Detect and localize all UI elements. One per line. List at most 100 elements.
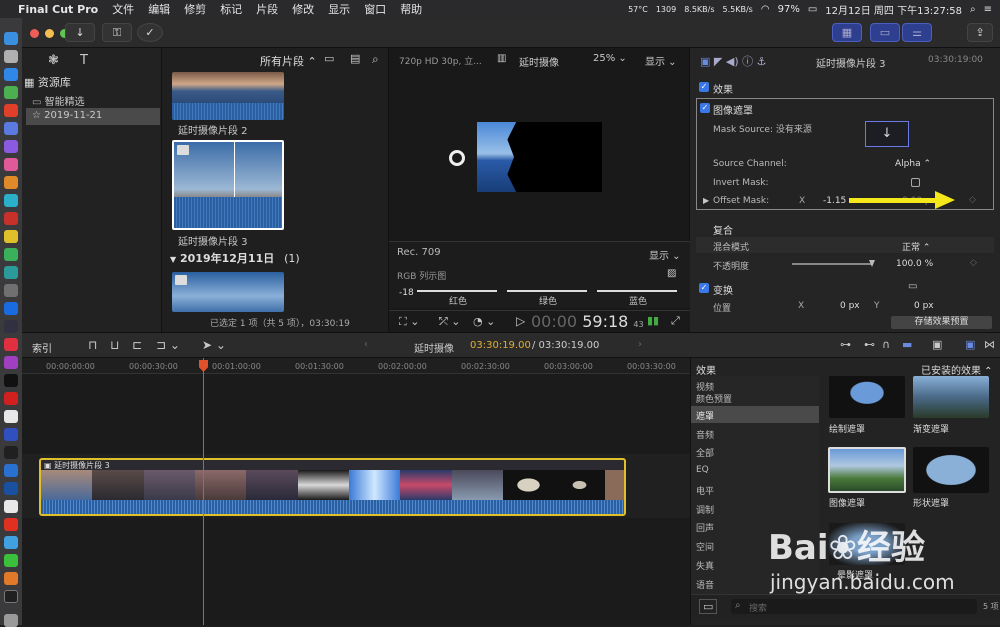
position-x-field[interactable]: 0 px xyxy=(840,301,860,311)
source-channel-dropdown[interactable]: Alpha ⌃ xyxy=(895,159,931,169)
snapping-icon[interactable]: ⊷ xyxy=(864,338,875,351)
app-icon-purple[interactable] xyxy=(4,140,18,153)
speed-menu[interactable]: ◔ ⌄ xyxy=(473,315,495,328)
menu-trim[interactable]: 修剪 xyxy=(184,1,206,17)
clip-thumbnail-3[interactable] xyxy=(172,140,284,230)
app-icon-dark[interactable] xyxy=(4,320,18,333)
back-history-icon[interactable]: ‹ xyxy=(364,339,368,350)
category-distortion[interactable]: 失真 xyxy=(696,559,714,572)
app-icon-cyan[interactable] xyxy=(4,194,18,207)
app-menu[interactable]: Final Cut Pro xyxy=(18,3,98,16)
photos-icon[interactable]: ❃ xyxy=(48,53,59,68)
search-icon[interactable]: ⌕ xyxy=(970,4,976,15)
overwrite-clip-menu[interactable]: ⊐ ⌄ xyxy=(156,338,180,352)
date-group-header[interactable]: ▼ 2019年12月11日 (1) xyxy=(170,250,300,266)
effects-browser-icon[interactable]: ▣ xyxy=(965,338,975,351)
transform-checkbox[interactable]: ✓ xyxy=(699,283,709,293)
effect-shape-mask-thumb[interactable] xyxy=(913,447,989,493)
battery-percent[interactable]: 97% xyxy=(778,4,800,15)
opacity-keyframe-icon[interactable]: ◇ xyxy=(970,258,977,268)
transitions-browser-icon[interactable]: ⋈ xyxy=(984,338,995,351)
menu-edit[interactable]: 编辑 xyxy=(148,1,170,17)
control-center-icon[interactable]: ≡ xyxy=(984,4,992,15)
clip-thumbnail-2[interactable] xyxy=(172,72,284,120)
menu-help[interactable]: 帮助 xyxy=(400,1,422,17)
index-button[interactable]: 索引 xyxy=(32,340,52,355)
smart-collections-item[interactable]: ▭ 智能精选 xyxy=(32,93,85,108)
browser-toggle-button[interactable]: ▦ xyxy=(832,23,862,42)
app-icon-blue2[interactable] xyxy=(4,302,18,315)
app-icon-green[interactable] xyxy=(4,86,18,99)
play-button[interactable]: ▷ xyxy=(516,314,525,328)
mask-source-well[interactable]: ↓ xyxy=(865,121,909,147)
position-y-field[interactable]: 0 px xyxy=(914,301,934,311)
insert-clip-icon[interactable]: ⊔ xyxy=(110,338,119,352)
timecode-display[interactable]: 00:00 59:18 43 xyxy=(531,312,644,331)
timeline-toggle-button[interactable]: ▭ xyxy=(870,23,900,42)
app-icon-gray[interactable] xyxy=(4,284,18,297)
offset-disclosure-icon[interactable]: ▶ xyxy=(703,196,709,205)
category-masks[interactable]: 遮罩 xyxy=(696,409,714,422)
effect-image-mask-thumb[interactable] xyxy=(828,447,906,493)
color-inspector-icon[interactable]: ◤ xyxy=(714,55,722,68)
menu-modify[interactable]: 修改 xyxy=(292,1,314,17)
app-icon-pink[interactable] xyxy=(4,158,18,171)
skimmer-icon[interactable]: ⊶ xyxy=(840,338,851,351)
app-icon-white[interactable] xyxy=(4,410,18,423)
trash-icon[interactable] xyxy=(4,614,18,627)
transform-menu[interactable]: ⛶ ⌄ xyxy=(399,315,419,329)
event-item-selected[interactable]: ☆ 2019-11-21 xyxy=(26,108,160,125)
offset-x-field[interactable]: -1.15 xyxy=(823,196,846,206)
app-icon-black[interactable] xyxy=(4,374,18,387)
save-preset-button[interactable]: 存储效果预置 xyxy=(891,316,992,329)
display-dropdown[interactable]: 显示 ⌄ xyxy=(645,53,677,68)
inspector-toggle-button[interactable]: ⚌ xyxy=(902,23,932,42)
effect-gradient-mask-thumb[interactable] xyxy=(913,376,989,418)
launchpad-icon[interactable] xyxy=(4,50,18,63)
app-icon-red3[interactable] xyxy=(4,392,18,405)
wifi-icon[interactable]: ◠ xyxy=(761,4,770,15)
weibo-icon[interactable] xyxy=(4,518,18,531)
offset-keyframe-icon[interactable]: ◇ xyxy=(969,195,976,205)
installed-effects-dropdown[interactable]: 已安装的效果 ⌃ xyxy=(921,362,993,377)
browser-search-icon[interactable]: ⌕ xyxy=(372,52,379,67)
background-tasks-button[interactable]: ✓ xyxy=(137,23,163,42)
info-inspector-icon[interactable]: ⓘ xyxy=(742,55,753,68)
scope-display-dropdown[interactable]: 显示 ⌄ xyxy=(649,247,681,262)
menu-window[interactable]: 窗口 xyxy=(364,1,386,17)
appearance-button[interactable]: ▭ xyxy=(324,52,334,65)
fullscreen-icon[interactable]: ⤢ xyxy=(671,314,680,328)
category-audio[interactable]: 音频 xyxy=(696,428,714,441)
filmstrip-button[interactable]: ▤ xyxy=(350,52,360,65)
category-spaces[interactable]: 空间 xyxy=(696,540,714,553)
video-inspector-icon[interactable]: ▣ xyxy=(700,55,710,68)
opacity-value[interactable]: 100.0 % xyxy=(896,259,933,269)
category-eq[interactable]: EQ xyxy=(696,465,709,475)
keywords-button[interactable]: ⚿ xyxy=(102,23,132,42)
effect-draw-mask-thumb[interactable] xyxy=(829,376,905,418)
sidebar-toggle-icon[interactable]: ▭ xyxy=(699,599,718,614)
timeline-clip[interactable]: ▣ 延时摄像片段 3 xyxy=(39,458,626,516)
category-color-presets[interactable]: 颜色预置 xyxy=(696,392,732,405)
opacity-slider[interactable] xyxy=(792,260,875,267)
app-icon-orange2[interactable] xyxy=(4,572,18,585)
clip-filter-dropdown[interactable]: 所有片段 ⌃ xyxy=(260,53,317,69)
finalcut-icon[interactable] xyxy=(4,590,18,603)
audio-meter-icon[interactable]: ▮▮ xyxy=(647,314,659,327)
app-icon-blue[interactable] xyxy=(4,122,18,135)
category-levels[interactable]: 电平 xyxy=(696,484,714,497)
effects-checkbox[interactable]: ✓ xyxy=(699,82,709,92)
app-icon-blue4[interactable] xyxy=(4,464,18,477)
on-screen-control-icon[interactable] xyxy=(449,150,465,166)
menu-mark[interactable]: 标记 xyxy=(220,1,242,17)
chrome-icon[interactable] xyxy=(4,104,18,117)
playhead[interactable] xyxy=(203,358,204,625)
menu-file[interactable]: 文件 xyxy=(112,1,134,17)
app-icon-yellow[interactable] xyxy=(4,230,18,243)
category-all[interactable]: 全部 xyxy=(696,446,714,459)
share-inspector-icon[interactable]: ⚓ xyxy=(757,55,767,68)
wechat-icon[interactable] xyxy=(4,554,18,567)
clip-thumbnail-next[interactable] xyxy=(172,272,284,312)
app-icon-green2[interactable] xyxy=(4,248,18,261)
transform-overlay-icon[interactable]: ▭ xyxy=(908,281,917,292)
